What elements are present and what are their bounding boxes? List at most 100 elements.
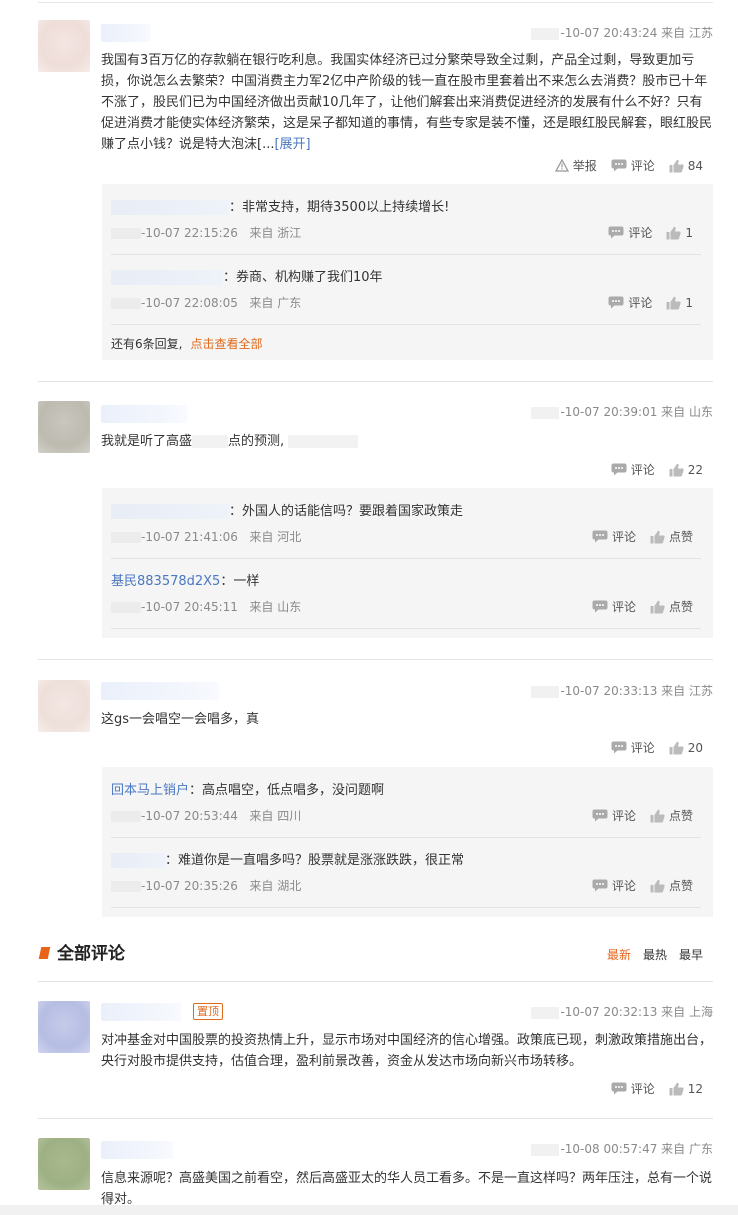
username-blurred[interactable] bbox=[101, 405, 187, 423]
reply-comment-button[interactable]: 评论 bbox=[608, 294, 652, 311]
reply-username-blurred[interactable] bbox=[111, 270, 223, 285]
username-blurred[interactable] bbox=[101, 24, 151, 42]
reply-comment-button[interactable]: 评论 bbox=[608, 224, 652, 241]
reply-text: ：券商、机构赚了我们10年 bbox=[223, 270, 383, 285]
comment-icon bbox=[592, 530, 608, 543]
reply-item: ：难道你是一直唱多吗？股票就是涨涨跌跌，很正常 -10-07 20:35:26 … bbox=[111, 849, 701, 909]
comment-body: 我国有3百万亿的存款躺在银行吃利息。我国实体经济已过分繁荣导致全过剩，产品全过剩… bbox=[101, 53, 713, 152]
comment-body: 这gs一会唱空一会唱多，真 bbox=[101, 712, 260, 727]
comment-item: 置顶 -10-07 20:32:13 来自 上海 对冲基金对中国股票的投资热情上… bbox=[38, 1001, 713, 1101]
like-button[interactable]: 84 bbox=[669, 159, 703, 173]
reply-username[interactable]: 基民883578d2X5 bbox=[111, 574, 220, 589]
reply-item: 回本马上销户：高点唱空，低点唱多，没问题啊 -10-07 20:53:44 来自… bbox=[111, 779, 701, 839]
reply-username-blurred[interactable] bbox=[111, 504, 229, 519]
thumbs-up-icon bbox=[669, 463, 684, 476]
reply-divider bbox=[111, 254, 701, 255]
avatar[interactable] bbox=[38, 1001, 90, 1053]
thumbs-up-icon bbox=[669, 159, 684, 172]
reply-divider bbox=[111, 907, 701, 908]
all-comments-header: 全部评论 最新 最热 最早 bbox=[38, 937, 713, 967]
avatar[interactable] bbox=[38, 1138, 90, 1190]
reply-text: ：难道你是一直唱多吗？股票就是涨涨跌跌，很正常 bbox=[165, 853, 465, 868]
section-title: 全部评论 bbox=[57, 944, 125, 964]
comment-meta: -10-07 20:39:01 来自 山东 bbox=[531, 403, 713, 420]
comment-icon bbox=[592, 879, 608, 892]
reply-text: ：非常支持，期待3500以上持续增长! bbox=[229, 200, 450, 215]
expand-link[interactable]: [展开] bbox=[274, 137, 310, 152]
comment-button[interactable]: 评论 bbox=[611, 739, 655, 756]
sort-hottest[interactable]: 最热 bbox=[643, 946, 667, 963]
reply-list: ：外国人的话能信吗？要跟着国家政策走 -10-07 21:41:06 来自 河北… bbox=[102, 488, 713, 638]
thumbs-up-icon bbox=[650, 530, 665, 543]
comment-icon bbox=[611, 159, 627, 172]
like-button[interactable]: 12 bbox=[669, 1082, 703, 1096]
username-blurred[interactable] bbox=[101, 682, 219, 700]
more-replies: 还有6条回复, 点击查看全部 bbox=[111, 337, 263, 351]
reply-item: ：非常支持，期待3500以上持续增长! -10-07 22:15:26 来自 浙… bbox=[111, 196, 701, 256]
avatar[interactable] bbox=[38, 680, 90, 732]
warning-icon bbox=[554, 159, 569, 172]
comment-actions: 评论 22 bbox=[611, 461, 703, 478]
reply-username[interactable]: 回本马上销户 bbox=[111, 783, 189, 798]
reply-username-blurred[interactable] bbox=[111, 200, 229, 215]
comment-divider bbox=[38, 659, 713, 660]
thumbs-up-icon bbox=[650, 879, 665, 892]
thumbs-up-icon bbox=[666, 226, 681, 239]
comment-button[interactable]: 评论 bbox=[611, 461, 655, 478]
reply-comment-button[interactable]: 评论 bbox=[592, 598, 636, 615]
reply-date: -10-07 20:35:26 bbox=[141, 879, 238, 893]
section-marker-icon bbox=[38, 947, 51, 959]
avatar[interactable] bbox=[38, 401, 90, 453]
comment-item: -10-07 20:33:13 来自 江苏 这gs一会唱空一会唱多，真 评论 2… bbox=[38, 680, 713, 770]
reply-date: -10-07 20:45:11 bbox=[141, 600, 238, 614]
reply-like-button[interactable]: 1 bbox=[666, 296, 693, 310]
comment-divider bbox=[38, 1118, 713, 1119]
comment-icon bbox=[608, 226, 624, 239]
comment-button[interactable]: 评论 bbox=[611, 1080, 655, 1097]
thumbs-up-icon bbox=[650, 809, 665, 822]
reply-divider bbox=[111, 837, 701, 838]
reply-location: 来自 山东 bbox=[249, 600, 302, 614]
username-blurred[interactable] bbox=[101, 1141, 173, 1159]
reply-item: ：外国人的话能信吗？要跟着国家政策走 -10-07 21:41:06 来自 河北… bbox=[111, 500, 701, 560]
avatar[interactable] bbox=[38, 20, 90, 72]
reply-comment-button[interactable]: 评论 bbox=[592, 807, 636, 824]
reply-like-button[interactable]: 点赞 bbox=[650, 877, 693, 894]
comment-icon bbox=[592, 600, 608, 613]
reply-date: -10-07 20:53:44 bbox=[141, 809, 238, 823]
reply-location: 来自 广东 bbox=[249, 296, 302, 310]
reply-list: 回本马上销户：高点唱空，低点唱多，没问题啊 -10-07 20:53:44 来自… bbox=[102, 767, 713, 917]
comment-icon bbox=[592, 809, 608, 822]
reply-like-button[interactable]: 点赞 bbox=[650, 807, 693, 824]
thumbs-up-icon bbox=[669, 741, 684, 754]
reply-like-button[interactable]: 点赞 bbox=[650, 598, 693, 615]
view-all-replies-link[interactable]: 点击查看全部 bbox=[190, 337, 262, 351]
reply-location: 来自 四川 bbox=[249, 809, 302, 823]
reply-comment-button[interactable]: 评论 bbox=[592, 877, 636, 894]
username-blurred[interactable] bbox=[101, 1003, 181, 1021]
like-button[interactable]: 22 bbox=[669, 463, 703, 477]
reply-like-button[interactable]: 点赞 bbox=[650, 528, 693, 545]
comment-button[interactable]: 评论 bbox=[611, 157, 655, 174]
like-button[interactable]: 20 bbox=[669, 741, 703, 755]
comment-meta: -10-07 20:43:24 来自 江苏 bbox=[531, 24, 713, 41]
sort-oldest[interactable]: 最早 bbox=[679, 946, 703, 963]
comment-body: 我就是听了高盛 点的预测, bbox=[101, 431, 713, 452]
reply-date: -10-07 22:08:05 bbox=[141, 296, 238, 310]
comment-icon bbox=[611, 741, 627, 754]
sort-newest[interactable]: 最新 bbox=[607, 946, 631, 963]
report-button[interactable]: 举报 bbox=[554, 157, 597, 174]
reply-username-blurred[interactable] bbox=[111, 853, 165, 868]
reply-item: 基民883578d2X5：一样 -10-07 20:45:11 来自 山东 评论… bbox=[111, 570, 701, 630]
thumbs-up-icon bbox=[666, 296, 681, 309]
reply-comment-button[interactable]: 评论 bbox=[592, 528, 636, 545]
pinned-badge: 置顶 bbox=[193, 1003, 223, 1020]
sort-options: 最新 最热 最早 bbox=[607, 946, 703, 963]
thumbs-up-icon bbox=[650, 600, 665, 613]
comment-icon bbox=[611, 463, 627, 476]
comment-meta: -10-07 20:33:13 来自 江苏 bbox=[531, 682, 713, 699]
reply-like-button[interactable]: 1 bbox=[666, 226, 693, 240]
reply-text: ：高点唱空，低点唱多，没问题啊 bbox=[189, 783, 385, 798]
top-divider bbox=[38, 2, 713, 3]
comment-divider bbox=[38, 381, 713, 382]
